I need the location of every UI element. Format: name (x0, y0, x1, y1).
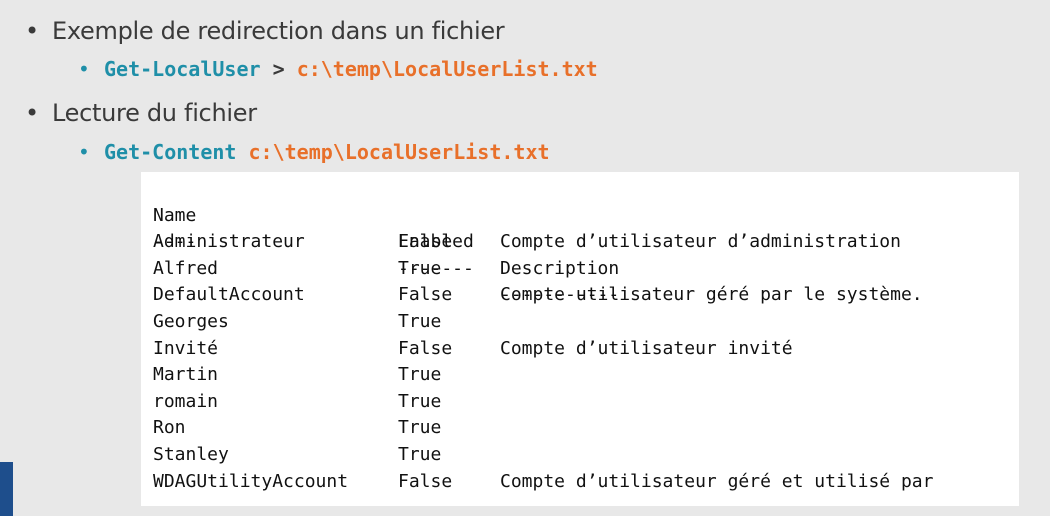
cell-name: Martin (153, 364, 219, 386)
console-header-row: Name Enabled Description (153, 176, 619, 279)
bullet-text: Exemple de redirection dans un fichier (52, 17, 505, 45)
bullet-text: Lecture du fichier (52, 99, 257, 127)
bullet-redirection-example: • Exemple de redirection dans un fichier (25, 16, 505, 46)
bullet-dot-icon: • (78, 57, 90, 81)
cell-enabled: True (398, 417, 442, 439)
cell-enabled: True (398, 390, 442, 412)
redirect-operator: > (272, 57, 285, 81)
bullet-dot-icon: • (78, 140, 90, 164)
cell-enabled: True (398, 444, 442, 465)
file-path: c:\temp\LocalUserList.txt (248, 140, 550, 164)
cell-name: Administrateur (153, 231, 305, 253)
cell-description: Compte d’utilisateur invité (500, 337, 793, 359)
cell-name: Georges (153, 311, 229, 332)
console-separator-row: ---- ------- ----------- (153, 203, 619, 305)
cell-enabled: True (398, 257, 442, 279)
cell-name: DefaultAccount (153, 284, 305, 306)
cmdlet-name: Get-LocalUser (104, 57, 261, 81)
cell-name: Stanley (153, 444, 229, 465)
cell-name: Invité (153, 337, 219, 359)
bullet-dot-icon: • (25, 99, 39, 127)
cell-enabled: False (398, 337, 453, 359)
cell-description: Compte utilisateur géré par le système. (500, 284, 923, 306)
file-path: c:\temp\LocalUserList.txt (296, 57, 598, 81)
slide-accent-bar (0, 462, 13, 516)
cell-name: Ron (153, 417, 186, 439)
cell-name: WDAGUtilityAccount (153, 470, 349, 492)
bullet-dot-icon: • (25, 17, 39, 45)
console-output: Name Enabled Description ---- ------- --… (141, 172, 1019, 506)
header-description: Description (500, 257, 620, 279)
cell-enabled: False (398, 470, 453, 492)
bullet-read-file: • Lecture du fichier (25, 98, 257, 128)
cell-enabled: True (398, 311, 442, 332)
cell-enabled: False (398, 284, 453, 306)
cell-description: Compte d’utilisateur géré et utilisé par (500, 470, 934, 492)
cmdlet-name: Get-Content (104, 140, 237, 164)
command-line-read: • Get-Content c:\temp\LocalUserList.txt (78, 139, 550, 165)
cell-enabled: False (398, 231, 453, 253)
command-line-redirection: • Get-LocalUser > c:\temp\LocalUserList.t… (78, 56, 598, 82)
cell-enabled: True (398, 364, 442, 386)
cell-description: Compte d’utilisateur d’administration (500, 231, 901, 253)
cell-name: romain (153, 390, 219, 412)
cell-name: Alfred (153, 257, 219, 279)
